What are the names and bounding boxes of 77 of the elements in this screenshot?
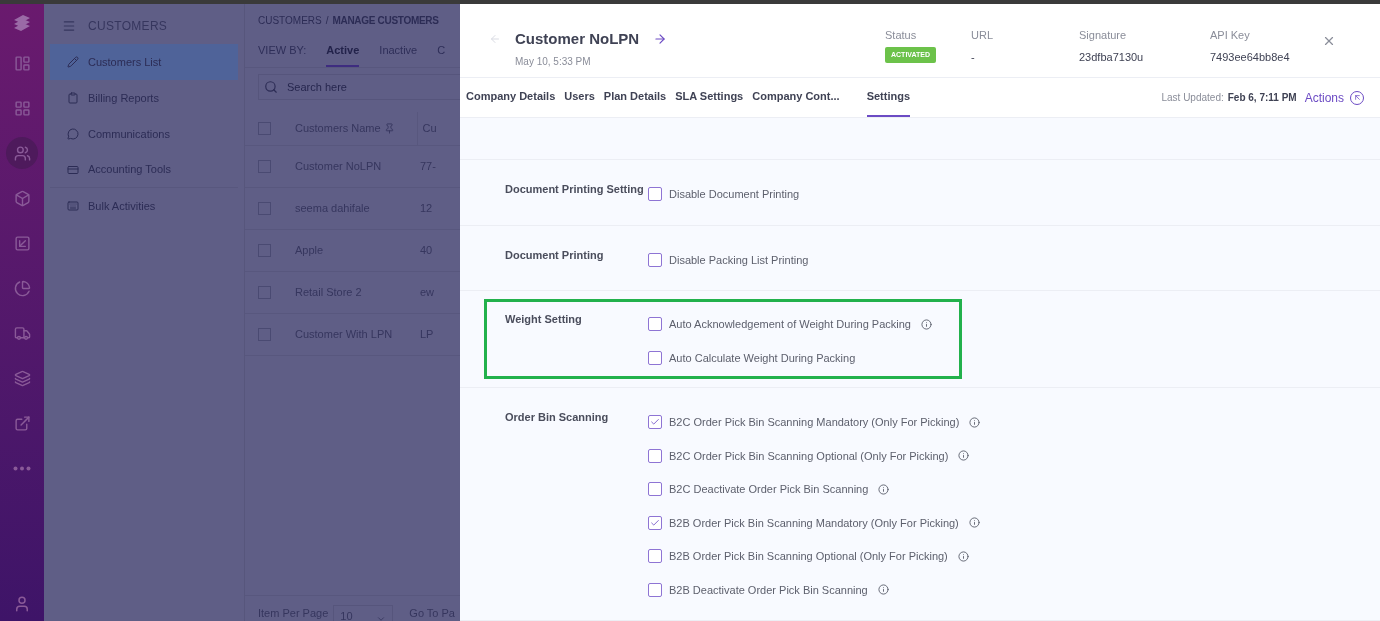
pencil-icon: [67, 56, 79, 68]
drawer-tab[interactable]: Company Cont...: [752, 78, 840, 117]
field-label: URL: [971, 28, 994, 43]
setting-checkbox[interactable]: [648, 482, 662, 497]
users-icon: [13, 144, 31, 162]
setting-checkbox[interactable]: [648, 415, 662, 430]
chevron-down-icon: [376, 614, 387, 621]
check-icon: [650, 417, 660, 428]
pin-icon[interactable]: [383, 123, 395, 134]
clipboard-icon: [67, 92, 79, 104]
last-updated-label: Last Updated:: [1161, 91, 1224, 105]
drawer-title: Customer NoLPN: [515, 29, 640, 49]
setting-checkbox[interactable]: [648, 350, 662, 365]
setting-checkbox[interactable]: [648, 549, 662, 564]
setting-option-label: B2C Order Pick Bin Scanning Mandatory (Only For Picking): [669, 415, 960, 430]
search-icon: [264, 80, 278, 94]
view-tab[interactable]: Active: [326, 41, 360, 67]
field-value: 7493ee64bb8e4: [1210, 49, 1291, 65]
info-icon[interactable]: [958, 450, 970, 462]
drawer-tab[interactable]: SLA Settings: [675, 78, 744, 117]
setting-checkbox[interactable]: [648, 187, 662, 202]
drawer-tab[interactable]: Plan Details: [603, 78, 667, 117]
setting-option-label: B2C Order Pick Bin Scanning Optional (Only For Picking): [669, 448, 949, 464]
setting-option-label: B2C Deactivate Order Pick Bin Scanning: [669, 482, 869, 497]
more-icon: [13, 465, 31, 471]
import-icon: [13, 234, 31, 252]
setting-option-label: Disable Document Printing: [669, 187, 800, 202]
field-value: -: [971, 49, 976, 65]
info-icon[interactable]: [957, 550, 969, 562]
truck-icon: [13, 324, 31, 342]
setting-option-label: Auto Acknowledgement of Weight During Packing: [669, 317, 911, 332]
check-icon: [650, 517, 660, 528]
setting-option-label: B2B Order Pick Bin Scanning Optional (Only For Picking): [669, 549, 948, 564]
chat-icon: [67, 128, 79, 140]
search-field[interactable]: Search here: [258, 74, 460, 100]
setting-option-label: B2B Order Pick Bin Scanning Mandatory (Only For Picking): [669, 515, 959, 531]
setting-label: Document Printing: [505, 247, 605, 263]
setting-option-label: B2B Deactivate Order Pick Bin Scanning: [669, 582, 868, 598]
breadcrumb-separator: /: [325, 13, 329, 28]
setting-label: Weight Setting: [505, 312, 583, 327]
actions-button[interactable]: Actions: [1304, 88, 1344, 107]
setting-checkbox[interactable]: [648, 582, 662, 597]
info-icon[interactable]: [920, 318, 932, 330]
drawer-tab[interactable]: Company Details: [466, 78, 556, 117]
setting-checkbox[interactable]: [648, 317, 662, 332]
info-icon[interactable]: [969, 416, 981, 428]
pie-chart-icon: [13, 279, 31, 297]
box-icon: [13, 189, 31, 207]
setting-option-label: Disable Packing List Printing: [669, 252, 809, 268]
setting-checkbox[interactable]: [648, 252, 662, 267]
arrow-up-left-icon: [1352, 93, 1362, 102]
last-updated-value: Feb 6, 7:11 PM: [1227, 91, 1297, 105]
field-label: Signature: [1079, 28, 1128, 43]
info-icon[interactable]: [968, 517, 980, 529]
setting-checkbox[interactable]: [648, 515, 662, 530]
keyboard-icon: [67, 200, 79, 212]
rail-button[interactable]: [6, 137, 38, 169]
sidebar-item[interactable]: Customers List: [50, 44, 238, 80]
menu-icon[interactable]: [62, 19, 76, 33]
setting-checkbox[interactable]: [648, 448, 662, 463]
field-label: Status: [885, 28, 918, 43]
created-date: May 10, 5:33 PM: [515, 54, 592, 69]
grid-icon: [13, 99, 31, 117]
setting-label: Document Printing Setting: [505, 182, 645, 197]
setting-label: Order Bin Scanning: [505, 410, 610, 425]
field-value: 23dfba7130u: [1079, 49, 1145, 65]
info-icon[interactable]: [877, 584, 889, 596]
drawer-tab[interactable]: Users: [564, 78, 595, 117]
external-link-icon: [13, 414, 31, 432]
layers-icon: [13, 369, 31, 387]
layout-icon: [13, 54, 31, 72]
field-label: API Key: [1210, 28, 1251, 43]
info-icon[interactable]: [878, 483, 890, 495]
setting-option-label: Auto Calculate Weight During Packing: [669, 350, 856, 366]
card-icon: [67, 163, 79, 176]
user-icon[interactable]: [13, 595, 31, 613]
close-icon[interactable]: [1322, 34, 1336, 48]
